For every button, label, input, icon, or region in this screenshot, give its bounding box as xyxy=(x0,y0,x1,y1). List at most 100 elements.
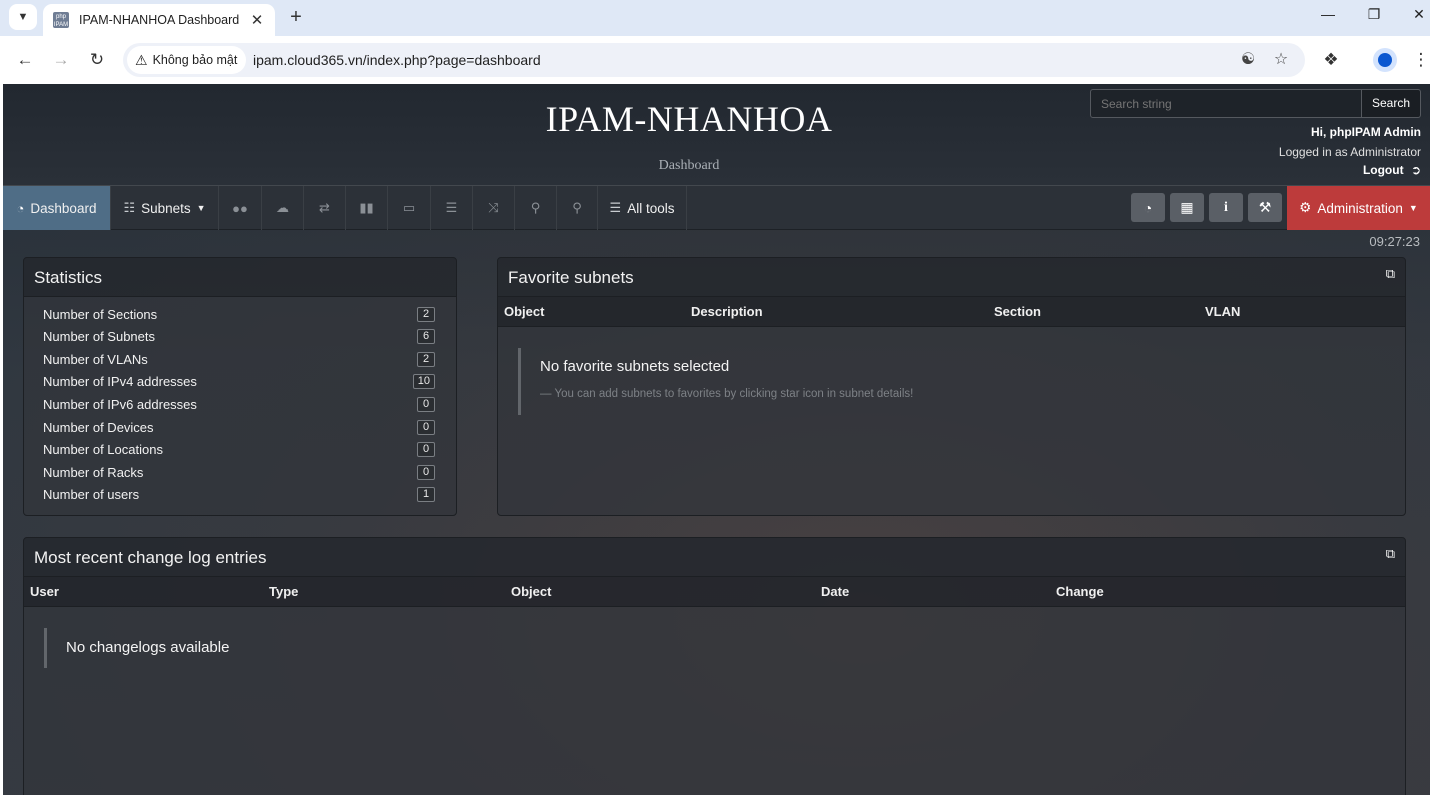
dashboard-gauge-icon: ◔ xyxy=(1143,199,1153,216)
col-object: Object xyxy=(511,584,552,599)
bookmark-star-icon[interactable]: ☆ xyxy=(1272,51,1290,69)
chevron-down-icon: ▼ xyxy=(17,11,29,23)
forward-arrow-icon[interactable]: → xyxy=(49,48,73,72)
changelog-panel: Most recent change log entries ⧉ User Ty… xyxy=(23,537,1406,795)
changelog-title: Most recent change log entries xyxy=(34,548,267,567)
col-date: Date xyxy=(821,584,850,599)
caret-down-icon: ▼ xyxy=(196,203,206,213)
info-button[interactable]: i xyxy=(1209,193,1243,222)
tab-search-button[interactable]: ▼ xyxy=(9,4,37,30)
stat-row: Number of Subnets 6 xyxy=(43,326,435,348)
info-icon: i xyxy=(1224,199,1228,215)
statistics-panel: Statistics Number of Sections 2 Number of … xyxy=(23,257,457,516)
widgets-button[interactable]: ▦ xyxy=(1170,193,1204,222)
stat-row: Number of Racks 0 xyxy=(43,461,435,483)
stat-row: Number of VLANs 2 xyxy=(43,348,435,370)
site-subtitle: Dashboard xyxy=(658,158,720,173)
security-label: Không bảo mật xyxy=(152,53,238,67)
external-link-icon[interactable]: ⧉ xyxy=(1386,266,1395,282)
external-link-icon[interactable]: ⧉ xyxy=(1386,546,1395,562)
desktop-icon: ▭ xyxy=(402,200,416,215)
sign-out-icon: ➲ xyxy=(1410,163,1421,177)
caret-down-icon: ▼ xyxy=(1408,203,1418,213)
nav-all-tools-label: All tools xyxy=(627,200,675,216)
nav-subnets[interactable]: ☷ Subnets ▼ xyxy=(111,186,219,230)
list-icon: ☰ xyxy=(445,200,458,215)
wrench-icon: ⚒ xyxy=(1258,199,1272,215)
nav-users-groups[interactable]: ●● xyxy=(219,186,262,230)
col-section: Section xyxy=(994,304,1041,319)
stat-row: Number of Sections 2 xyxy=(43,303,435,325)
stat-label: Number of users xyxy=(43,487,140,503)
stat-label: Number of Racks xyxy=(43,464,144,480)
url-text[interactable]: ipam.cloud365.vn/index.php?page=dashboar… xyxy=(253,52,541,68)
reload-icon[interactable]: ↻ xyxy=(85,48,109,72)
stat-count-badge: 0 xyxy=(417,442,435,458)
nav-cloud[interactable]: ☁ xyxy=(262,186,304,230)
nav-search[interactable]: ⚲ xyxy=(557,186,598,230)
browser-tabstrip: ▼ php IPAM IPAM-NHANHOA Dashboard ✕ + — … xyxy=(0,0,1430,36)
administration-menu[interactable]: ⚙ Administration ▼ xyxy=(1287,186,1430,230)
stat-row: Number of IPv6 addresses 0 xyxy=(43,393,435,415)
stat-row: Number of Locations 0 xyxy=(43,439,435,461)
page-content: IPAM-NHANHOA Dashboard Search Hi, phpIPA… xyxy=(3,84,1430,795)
nav-map[interactable]: ▮▮ xyxy=(346,186,388,230)
nav-all-tools[interactable]: ☰ All tools xyxy=(598,186,687,230)
nav-key[interactable]: ⚲ xyxy=(515,186,557,230)
th-large-icon: ▦ xyxy=(1180,199,1194,215)
logout-link[interactable]: Logout ➲ xyxy=(1363,163,1421,177)
close-tab-icon[interactable]: ✕ xyxy=(249,11,265,29)
stat-label: Number of IPv4 addresses xyxy=(43,374,197,390)
no-favorites-title: No favorite subnets selected xyxy=(540,358,730,375)
stat-row: Number of IPv4 addresses 10 xyxy=(43,371,435,393)
restore-icon[interactable]: ❐ xyxy=(1364,6,1384,23)
tools-button[interactable]: ⚒ xyxy=(1248,193,1282,222)
logged-in-as-text: Logged in as Administrator xyxy=(1278,145,1421,159)
phpipam-favicon-icon: php IPAM xyxy=(53,12,69,28)
security-indicator[interactable]: ⚠ Không bảo mật xyxy=(127,46,247,74)
search-button[interactable]: Search xyxy=(1361,89,1421,118)
dashboard-gauge-icon: ◔ xyxy=(16,200,25,216)
dashboard-button[interactable]: ◔ xyxy=(1131,193,1165,222)
list-icon: ☰ xyxy=(609,200,622,215)
statistics-title: Statistics xyxy=(24,258,456,297)
profile-avatar-icon[interactable] xyxy=(1373,48,1397,72)
warning-triangle-icon: ⚠ xyxy=(135,51,148,68)
exchange-icon: ⇄ xyxy=(319,200,330,215)
stat-row: Number of users 1 xyxy=(43,484,435,506)
nav-random[interactable]: ⤨ xyxy=(473,186,515,230)
nav-dashboard-label: Dashboard xyxy=(30,200,97,216)
back-arrow-icon[interactable]: ← xyxy=(13,48,37,72)
browser-menu-icon[interactable]: ⋮ xyxy=(1410,49,1430,71)
minimize-icon[interactable]: — xyxy=(1318,6,1338,22)
stat-count-badge: 0 xyxy=(417,464,435,480)
search-input[interactable] xyxy=(1090,89,1362,118)
browser-tab-active[interactable]: php IPAM IPAM-NHANHOA Dashboard ✕ xyxy=(43,4,275,36)
nav-dashboard[interactable]: ◔ Dashboard xyxy=(3,186,111,230)
no-changelogs-message: No changelogs available xyxy=(44,628,229,668)
new-tab-icon[interactable]: + xyxy=(286,6,306,28)
translate-icon[interactable]: ☯ xyxy=(1239,51,1257,69)
favorite-subnets-title: Favorite subnets xyxy=(508,268,634,287)
changelog-table-header: User Type Object Date Change xyxy=(24,577,1405,607)
stat-count-badge: 2 xyxy=(417,306,435,322)
random-icon: ⤨ xyxy=(488,200,499,215)
col-type: Type xyxy=(269,584,299,599)
stat-label: Number of Locations xyxy=(43,442,163,458)
stat-count-badge: 0 xyxy=(417,396,435,412)
no-favorites-message: No favorite subnets selected — You can a… xyxy=(518,348,913,415)
no-favorites-hint: — You can add subnets to favorites by cl… xyxy=(540,388,914,400)
key-icon: ⚲ xyxy=(530,200,541,215)
window-close-icon[interactable]: ✕ xyxy=(1409,6,1429,23)
nav-exchange[interactable]: ⇄ xyxy=(304,186,346,230)
col-user: User xyxy=(30,584,59,599)
nav-devices[interactable]: ▭ xyxy=(388,186,431,230)
logout-label: Logout xyxy=(1362,163,1404,177)
nav-list[interactable]: ☰ xyxy=(431,186,473,230)
sitemap-icon: ☷ xyxy=(123,200,136,215)
users-icon: ●● xyxy=(232,200,248,216)
extensions-puzzle-icon[interactable]: ❖ xyxy=(1320,49,1342,71)
address-bar[interactable]: ⚠ Không bảo mật ipam.cloud365.vn/index.p… xyxy=(123,43,1305,77)
stat-label: Number of Subnets xyxy=(43,329,156,345)
stat-label: Number of Sections xyxy=(43,306,158,322)
